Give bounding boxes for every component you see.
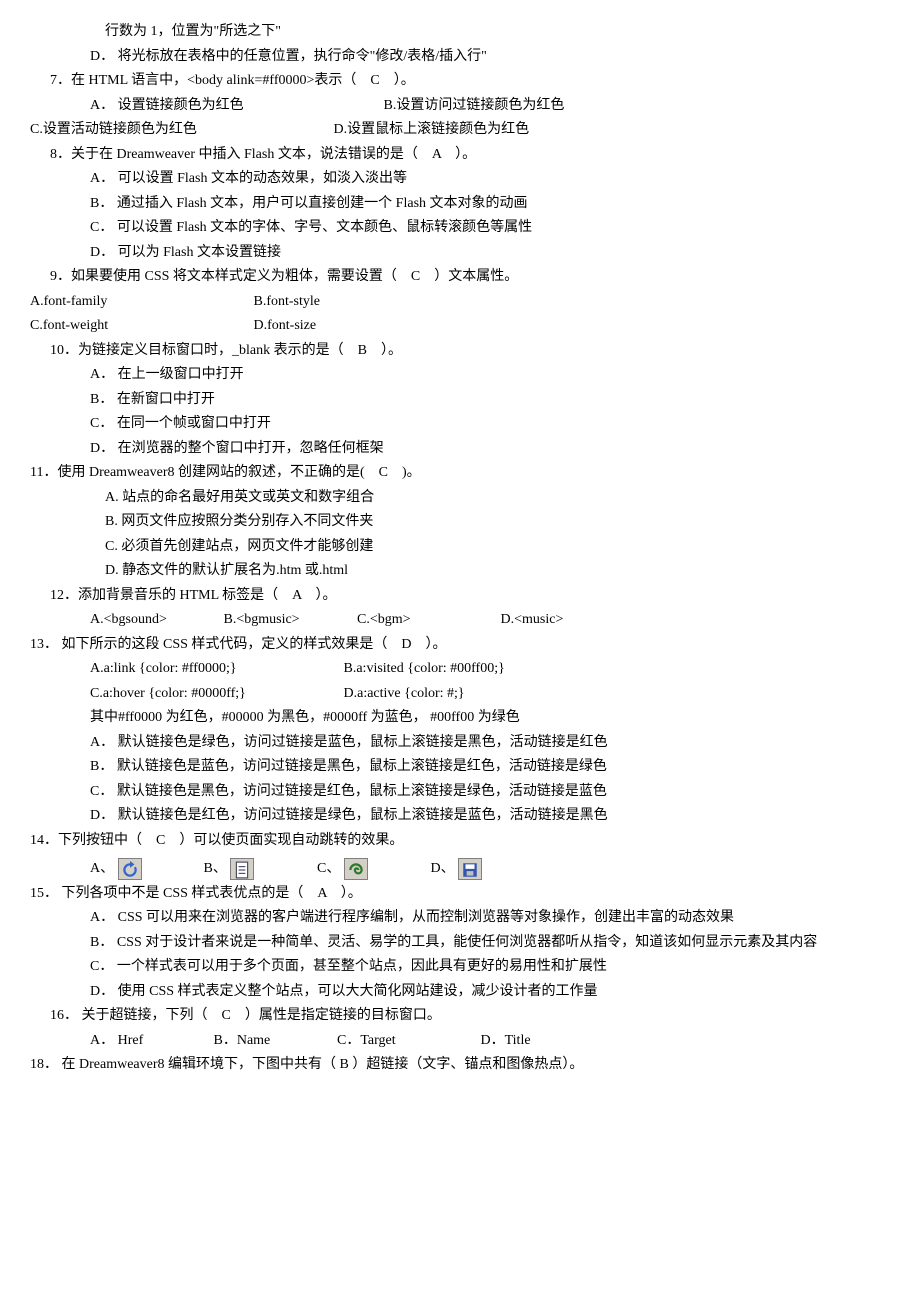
question-16-stem: 16． 关于超链接，下列（ C ）属性是指定链接的目标窗口。 (50, 1004, 890, 1029)
q8-option-a: A． 可以设置 Flash 文本的动态效果，如淡入淡出等 (90, 167, 890, 192)
question-12-options: A.<bgsound> B.<bgmusic> C.<bgm> D.<music… (90, 608, 890, 633)
question-11-stem: 11．使用 Dreamweaver8 创建网站的叙述，不正确的是( C )。 (30, 461, 890, 486)
q13-code-d: D.a:active {color: #;} (344, 682, 465, 707)
q12-option-c: C.<bgm> (357, 608, 497, 633)
question-8-stem: 8．关于在 Dreamweaver 中插入 Flash 文本，说法错误的是（ A… (50, 143, 890, 168)
question-7-row2: C.设置活动链接颜色为红色 D.设置鼠标上滚链接颜色为红色 (30, 118, 890, 143)
q13-code-row1: A.a:link {color: #ff0000;} B.a:visited {… (90, 657, 890, 682)
q8-option-d: D． 可以为 Flash 文本设置链接 (90, 241, 890, 266)
q11-option-b: B. 网页文件应按照分类分别存入不同文件夹 (105, 510, 890, 535)
q13-code-c: C.a:hover {color: #0000ff;} (90, 682, 340, 707)
question-9-stem: 9．如果要使用 CSS 将文本样式定义为粗体，需要设置（ C ）文本属性。 (50, 265, 890, 290)
q13-code-row2: C.a:hover {color: #0000ff;} D.a:active {… (90, 682, 890, 707)
q8-option-b: B． 通过插入 Flash 文本，用户可以直接创建一个 Flash 文本对象的动… (90, 192, 890, 217)
q16-option-a: A． Href (90, 1029, 210, 1054)
question-7-row1: A． 设置链接颜色为红色 B.设置访问过链接颜色为红色 (90, 94, 890, 119)
q14-label-a: A、 (90, 861, 114, 876)
question-7-stem: 7．在 HTML 语言中，<body alink=#ff0000>表示（ C ）… (50, 69, 890, 94)
q13-code-a: A.a:link {color: #ff0000;} (90, 657, 340, 682)
q15-option-d: D． 使用 CSS 样式表定义整个站点，可以大大简化网站建设，减少设计者的工作量 (90, 980, 890, 1005)
q7-option-a: A． 设置链接颜色为红色 (90, 94, 380, 119)
q12-option-d: D.<music> (501, 608, 564, 633)
q15-option-b: B． CSS 对于设计者来说是一种简单、灵活、易学的工具，能使任何浏览器都听从指… (90, 931, 890, 956)
question-16-options: A． Href B．Name C．Target D．Title (90, 1029, 890, 1054)
prev-option-d: D． 将光标放在表格中的任意位置，执行命令"修改/表格/插入行" (90, 45, 890, 70)
q13-option-d: D． 默认链接色是红色，访问过链接是绿色，鼠标上滚链接是蓝色，活动链接是黑色 (90, 804, 890, 829)
q15-option-a: A． CSS 可以用来在浏览器的客户端进行程序编制，从而控制浏览器等对象操作，创… (90, 906, 890, 931)
q11-option-a: A. 站点的命名最好用英文或英文和数字组合 (105, 486, 890, 511)
q10-option-b: B． 在新窗口中打开 (90, 388, 890, 413)
question-18-stem: 18． 在 Dreamweaver8 编辑环境下，下图中共有（ B ）超链接（文… (30, 1053, 890, 1078)
document-icon (230, 858, 254, 880)
q8-option-c: C． 可以设置 Flash 文本的字体、字号、文本颜色、鼠标转滚颜色等属性 (90, 216, 890, 241)
swirl-redirect-icon (344, 858, 368, 880)
q16-option-b: B．Name (214, 1029, 334, 1054)
q11-option-c: C. 必须首先创建站点，网页文件才能够创建 (105, 535, 890, 560)
q14-label-c: C、 (317, 861, 340, 876)
question-14-stem: 14．下列按钮中（ C ）可以使页面实现自动跳转的效果。 (30, 829, 890, 854)
question-9-row1: A.font-family B.font-style (30, 290, 890, 315)
q7-option-c: C.设置活动链接颜色为红色 (30, 118, 330, 143)
q9-option-c: C.font-weight (30, 314, 250, 339)
q7-option-b: B.设置访问过链接颜色为红色 (384, 94, 565, 119)
q12-option-b: B.<bgmusic> (224, 608, 354, 633)
q13-option-b: B． 默认链接色是蓝色，访问过链接是黑色，鼠标上滚链接是红色，活动链接是绿色 (90, 755, 890, 780)
question-14-options: A、 B、 C、 D、 (90, 857, 890, 882)
q9-option-d: D.font-size (254, 314, 317, 339)
q10-option-a: A． 在上一级窗口中打开 (90, 363, 890, 388)
q10-option-c: C． 在同一个帧或窗口中打开 (90, 412, 890, 437)
q13-note: 其中#ff0000 为红色，#00000 为黑色，#0000ff 为蓝色， #0… (90, 706, 890, 731)
q13-option-c: C． 默认链接色是黑色，访问过链接是红色，鼠标上滚链接是绿色，活动链接是蓝色 (90, 780, 890, 805)
q9-option-b: B.font-style (254, 290, 321, 315)
q16-option-d: D．Title (481, 1029, 531, 1054)
question-15-stem: 15． 下列各项中不是 CSS 样式表优点的是（ A ）。 (30, 882, 890, 907)
q14-label-d: D、 (431, 861, 455, 876)
q7-option-d: D.设置鼠标上滚链接颜色为红色 (334, 118, 530, 143)
q13-option-a: A． 默认链接色是绿色，访问过链接是蓝色，鼠标上滚链接是黑色，活动链接是红色 (90, 731, 890, 756)
refresh-page-icon (118, 858, 142, 880)
q15-option-c: C． 一个样式表可以用于多个页面，甚至整个站点，因此具有更好的易用性和扩展性 (90, 955, 890, 980)
q16-option-c: C．Target (337, 1029, 477, 1054)
question-13-stem: 13． 如下所示的这段 CSS 样式代码，定义的样式效果是（ D ）。 (30, 633, 890, 658)
q10-option-d: D． 在浏览器的整个窗口中打开，忽略任何框架 (90, 437, 890, 462)
q12-option-a: A.<bgsound> (90, 608, 220, 633)
option-label: D． (90, 49, 114, 64)
q11-option-d: D. 静态文件的默认扩展名为.htm 或.html (105, 559, 890, 584)
q14-label-b: B、 (204, 861, 227, 876)
question-10-stem: 10．为链接定义目标窗口时，_blank 表示的是（ B ）。 (50, 339, 890, 364)
q9-option-a: A.font-family (30, 290, 250, 315)
question-9-row2: C.font-weight D.font-size (30, 314, 890, 339)
option-text: 将光标放在表格中的任意位置，执行命令"修改/表格/插入行" (118, 49, 487, 64)
save-disk-icon (458, 858, 482, 880)
prev-question-continuation: 行数为 1，位置为"所选之下" (105, 20, 890, 45)
question-12-stem: 12．添加背景音乐的 HTML 标签是（ A ）。 (50, 584, 890, 609)
q13-code-b: B.a:visited {color: #00ff00;} (344, 657, 505, 682)
